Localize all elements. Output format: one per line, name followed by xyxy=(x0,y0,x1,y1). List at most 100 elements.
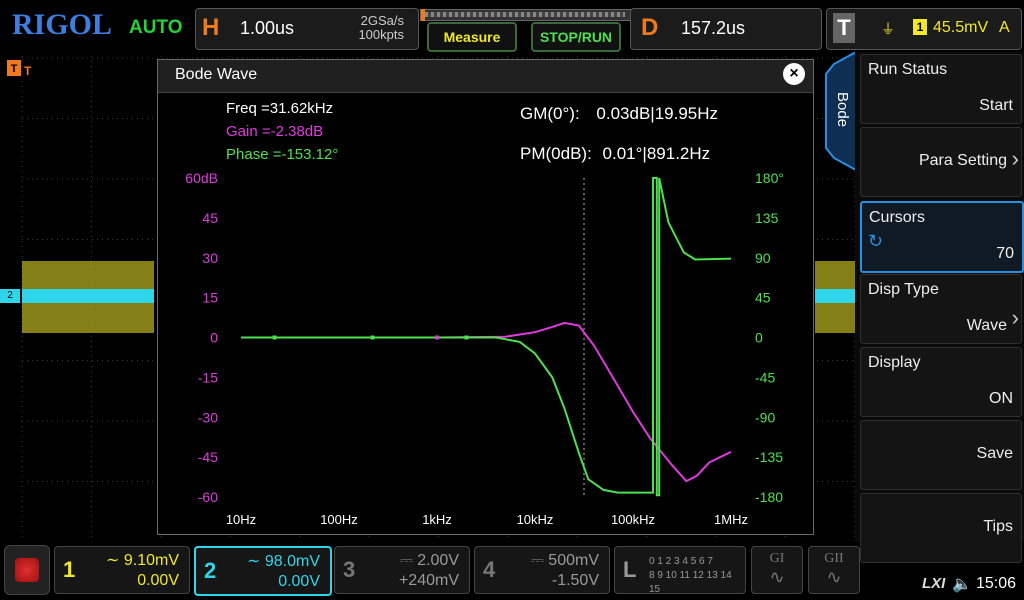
generator-1-box[interactable]: GI ∿ xyxy=(751,546,803,594)
horizontal-timebase-box[interactable]: H 1.00us 2GSa/s 100kpts xyxy=(195,8,419,50)
grid-menu-icon xyxy=(15,558,39,582)
menu-item-title: Run Status xyxy=(868,61,948,78)
menu-item-value: Wave xyxy=(966,317,1007,334)
ch2-trace-right xyxy=(815,289,855,303)
logic-analyzer-box[interactable]: L 0 1 2 3 4 5 6 7 8 9 10 11 12 13 14 15 xyxy=(614,546,746,597)
d-letter: D xyxy=(641,14,659,41)
ch2-settings: ∼ 98.0mV 0.00V xyxy=(247,552,320,592)
channel-4-box[interactable]: 4 ⎓ 500mV -1.50V xyxy=(474,546,610,594)
x-tick-label: 100Hz xyxy=(320,512,358,527)
y-left-tick-label: 30 xyxy=(202,250,218,266)
trigger-coupling: A xyxy=(999,19,1010,36)
ch1-number: 1 xyxy=(63,557,76,582)
la-channels: 0 1 2 3 4 5 6 7 8 9 10 11 12 13 14 15 xyxy=(649,555,745,597)
x-tick-label: 1MHz xyxy=(714,512,748,527)
menu-item-on[interactable]: Display ON xyxy=(860,347,1022,417)
y-right-tick-label: 0 xyxy=(755,330,763,346)
trigger-box[interactable]: T ⏚ 1 45.5mV A xyxy=(826,8,1022,50)
delay-value: 157.2us xyxy=(681,18,746,38)
t-letter: T xyxy=(833,13,855,43)
timebase-value: 1.00us xyxy=(240,18,295,38)
g1-label: GI xyxy=(769,551,785,566)
y-right-tick-label: -90 xyxy=(755,409,775,425)
y-right-tick-label: 90 xyxy=(755,250,771,266)
bode-window: Bode Wave × Freq =31.62kHz Gain =-2.38dB… xyxy=(157,59,814,535)
menu-item-value: Tips xyxy=(983,518,1013,535)
data-point-marker xyxy=(435,335,439,340)
ch2-scale: 98.0mV xyxy=(264,553,320,570)
y-right-tick-label: -180 xyxy=(755,489,783,505)
h-letter: H xyxy=(202,14,220,41)
y-left-tick-label: 60dB xyxy=(185,170,218,186)
ch4-number: 4 xyxy=(483,557,496,582)
delay-box[interactable]: D 157.2us xyxy=(630,8,822,50)
y-left-tick-label: 15 xyxy=(202,290,218,306)
lxi-logo: LXI xyxy=(922,575,946,592)
ac-coupling-icon: ∼ xyxy=(106,552,120,569)
menu-item-title: Cursors xyxy=(869,209,926,226)
measure-button[interactable]: Measure xyxy=(427,22,517,52)
ch1-offset: 0.00V xyxy=(137,572,179,589)
data-point-marker xyxy=(272,335,277,340)
ch1-scale: 9.10mV xyxy=(123,552,179,569)
menu-item-title: Disp Type xyxy=(868,281,939,298)
x-tick-label: 10kHz xyxy=(517,512,554,527)
menu-item-save[interactable]: Save xyxy=(860,420,1022,490)
menu-item-value: ON xyxy=(989,390,1013,407)
trigger-position-marker: T xyxy=(7,60,21,76)
y-left-tick-label: -45 xyxy=(198,449,218,465)
menu-item-value: Start xyxy=(979,97,1013,114)
rigol-logo: RIGOL xyxy=(12,8,113,41)
la-row-1: 0 1 2 3 4 5 6 7 xyxy=(649,556,713,567)
ch2-offset-marker[interactable]: 2 xyxy=(0,289,20,303)
sine-icon: ∿ xyxy=(826,567,842,587)
x-tick-label: 100kHz xyxy=(611,512,655,527)
ac-coupling-icon: ∼ xyxy=(247,553,261,570)
menu-item-start[interactable]: Run Status Start xyxy=(860,54,1022,124)
menu-item-para-setting[interactable]: Para Setting › xyxy=(860,127,1022,197)
chevron-right-icon: › xyxy=(1011,305,1019,330)
generator-2-box[interactable]: GII ∿ xyxy=(808,546,860,594)
trigger-level: 45.5mV xyxy=(933,19,989,36)
y-right-tick-label: 135 xyxy=(755,210,779,226)
rotate-knob-icon: ↻ xyxy=(868,231,884,251)
channel-2-box[interactable]: 2 ∼ 98.0mV 0.00V xyxy=(194,546,332,596)
data-point-marker xyxy=(370,335,375,340)
sample-rate: 2GSa/s xyxy=(360,13,404,28)
ch2-offset: 0.00V xyxy=(278,573,320,590)
stop-run-button[interactable]: STOP/RUN xyxy=(531,22,621,52)
right-menu-panel: Run Status Start Para Setting › Cursors 70 ↻ Di… xyxy=(855,52,1024,563)
y-right-tick-label: -135 xyxy=(755,449,783,465)
g2-label: GII xyxy=(824,551,844,566)
channel-1-box[interactable]: 1 ∼ 9.10mV 0.00V xyxy=(54,546,190,594)
y-right-tick-label: 180° xyxy=(755,170,784,186)
menu-item-tips[interactable]: Tips xyxy=(860,493,1022,563)
menu-item-value: Save xyxy=(976,445,1013,462)
home-button[interactable] xyxy=(4,545,50,595)
bode-plot: 60dB 45 30 15 0 -15 -30 -45 -60 180° 135 90 45 0 -45 -9… xyxy=(185,170,784,527)
x-tick-label: 1kHz xyxy=(422,512,452,527)
la-letter: L xyxy=(623,557,637,582)
menu-item-value: 70 xyxy=(996,245,1014,262)
sine-icon: ∿ xyxy=(769,567,785,587)
bode-tab[interactable]: Bode xyxy=(824,52,856,170)
data-point-marker xyxy=(464,335,469,340)
ch2-trace-left xyxy=(22,289,154,303)
dc-coupling-icon: ⎓ xyxy=(531,552,544,569)
channel-3-box[interactable]: 3 ⎓ 2.00V +240mV xyxy=(334,546,470,594)
y-left-tick-label: -15 xyxy=(198,369,218,385)
sample-info: 2GSa/s 100kpts xyxy=(358,14,404,42)
ch2-number: 2 xyxy=(204,558,217,583)
ch1-settings: ∼ 9.10mV 0.00V xyxy=(106,551,179,591)
bode-tab-label: Bode xyxy=(834,92,851,127)
ch3-number: 3 xyxy=(343,557,356,582)
ch3-settings: ⎓ 2.00V +240mV xyxy=(399,551,459,591)
y-right-tick-label: 45 xyxy=(755,290,771,306)
trigger-edge-icon: ⏚ xyxy=(881,21,895,37)
ch3-scale: 2.00V xyxy=(417,552,459,569)
trigger-level-marker: T xyxy=(24,64,32,78)
menu-item-wave[interactable]: Disp Type Wave › xyxy=(860,274,1022,344)
speaker-muted-icon[interactable]: 🔈 xyxy=(952,574,972,594)
ch4-offset: -1.50V xyxy=(551,572,599,589)
menu-item-70[interactable]: Cursors 70 ↻ xyxy=(860,201,1024,273)
